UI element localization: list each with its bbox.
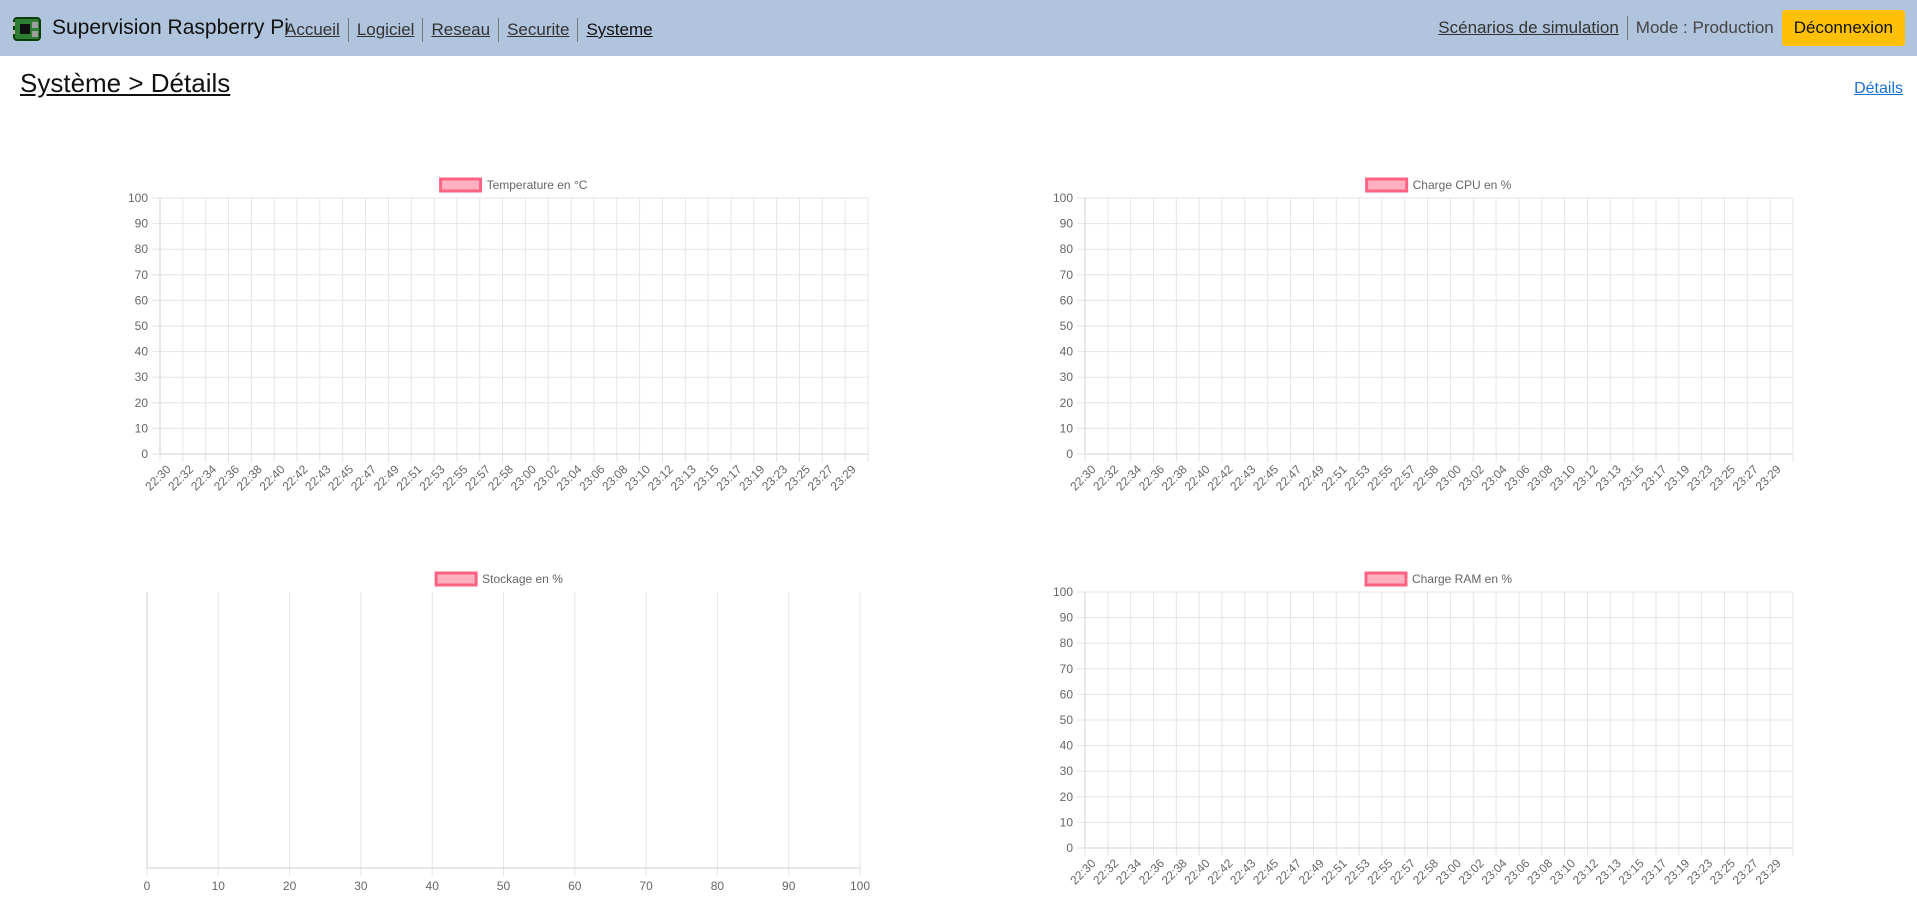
nav-systeme[interactable]: Systeme bbox=[586, 20, 652, 40]
x-tick-label: 60 bbox=[568, 879, 582, 893]
legend-label: Stockage en % bbox=[482, 572, 563, 586]
nav-accueil[interactable]: Accueil bbox=[285, 20, 340, 40]
logout-button[interactable]: Déconnexion bbox=[1781, 10, 1905, 46]
y-tick-label: 30 bbox=[135, 370, 149, 384]
x-tick-label: 23:29 bbox=[1753, 856, 1784, 887]
legend-label: Charge CPU en % bbox=[1413, 178, 1512, 192]
legend-swatch bbox=[434, 571, 478, 587]
legend-swatch bbox=[439, 177, 483, 193]
y-tick-label: 40 bbox=[1060, 345, 1074, 359]
y-tick-label: 30 bbox=[1060, 764, 1074, 778]
y-tick-label: 80 bbox=[135, 242, 149, 256]
page-title: Système > Détails bbox=[20, 68, 231, 98]
y-tick-label: 20 bbox=[1060, 396, 1074, 410]
legend-label: Temperature en °C bbox=[487, 178, 588, 192]
x-tick-label: 0 bbox=[144, 879, 151, 893]
y-tick-label: 0 bbox=[141, 447, 148, 461]
navbar-right: Scénarios de simulation Mode : Productio… bbox=[1438, 10, 1905, 46]
y-tick-label: 50 bbox=[1060, 713, 1074, 727]
nav-reseau[interactable]: Reseau bbox=[431, 20, 490, 40]
x-tick-label: 20 bbox=[283, 879, 297, 893]
details-link[interactable]: Détails bbox=[1854, 80, 1903, 98]
nav-divider bbox=[498, 18, 500, 42]
y-tick-label: 10 bbox=[1060, 815, 1074, 829]
legend-label: Charge RAM en % bbox=[1412, 572, 1512, 586]
y-tick-label: 100 bbox=[128, 191, 148, 205]
nav-divider bbox=[1626, 16, 1628, 40]
x-tick-label: 90 bbox=[782, 879, 796, 893]
y-tick-label: 50 bbox=[1060, 319, 1074, 333]
temperature-chart: Temperature en °C 0 10 20 30 40 50 60 70 80 90 100 2… bbox=[128, 177, 869, 493]
y-tick-label: 60 bbox=[1060, 293, 1074, 307]
legend-swatch bbox=[1364, 571, 1408, 587]
y-tick-label: 0 bbox=[1066, 841, 1073, 855]
x-tick-label: 30 bbox=[354, 879, 368, 893]
top-navbar: Supervision Raspberry Pi Accueil Logicie… bbox=[0, 0, 1917, 56]
y-tick-label: 100 bbox=[1053, 585, 1073, 599]
y-tick-label: 100 bbox=[1053, 191, 1073, 205]
y-tick-label: 50 bbox=[135, 319, 149, 333]
y-tick-label: 40 bbox=[1060, 739, 1074, 753]
y-tick-label: 70 bbox=[135, 268, 149, 282]
cpu-load-chart: Charge CPU en %010203040506070809010022:… bbox=[1053, 177, 1794, 493]
y-tick-label: 40 bbox=[135, 345, 149, 359]
x-tick-label: 50 bbox=[497, 879, 511, 893]
x-tick-label: 23:29 bbox=[1753, 462, 1784, 493]
y-tick-label: 80 bbox=[1060, 636, 1074, 650]
y-tick-label: 90 bbox=[1060, 217, 1074, 231]
mode-indicator: Mode : Production bbox=[1635, 18, 1774, 37]
x-tick-label: 10 bbox=[212, 879, 226, 893]
x-tick-label: 100 bbox=[850, 879, 870, 893]
y-tick-label: 0 bbox=[1066, 447, 1073, 461]
x-tick-label: 80 bbox=[711, 879, 725, 893]
y-tick-label: 60 bbox=[135, 293, 149, 307]
ram-load-chart: Charge RAM en %010203040506070809010022:… bbox=[1053, 571, 1794, 887]
storage-chart: Stockage en % 0 10 20 30 40 50 60 70 80 90 100 bbox=[144, 571, 870, 893]
y-tick-label: 10 bbox=[1060, 421, 1074, 435]
app-title: Supervision Raspberry Pi bbox=[52, 16, 289, 39]
y-tick-label: 70 bbox=[1060, 268, 1074, 282]
x-tick-label: 23:29 bbox=[828, 462, 859, 493]
main-nav: Accueil Logiciel Reseau Securite Systeme bbox=[285, 18, 653, 42]
nav-securite[interactable]: Securite bbox=[507, 20, 569, 40]
nav-logiciel[interactable]: Logiciel bbox=[357, 20, 415, 40]
scenarios-link[interactable]: Scénarios de simulation bbox=[1438, 18, 1618, 38]
y-tick-label: 20 bbox=[135, 396, 149, 410]
y-tick-label: 70 bbox=[1060, 662, 1074, 676]
y-tick-label: 80 bbox=[1060, 242, 1074, 256]
nav-divider bbox=[347, 18, 349, 42]
raspberry-pi-board-icon bbox=[12, 17, 41, 41]
x-tick-label: 70 bbox=[639, 879, 653, 893]
y-tick-label: 20 bbox=[1060, 790, 1074, 804]
y-tick-label: 60 bbox=[1060, 687, 1074, 701]
y-tick-label: 30 bbox=[1060, 370, 1074, 384]
y-tick-label: 90 bbox=[135, 217, 149, 231]
nav-divider bbox=[577, 18, 579, 42]
y-tick-label: 10 bbox=[135, 421, 149, 435]
nav-divider bbox=[422, 18, 424, 42]
x-tick-label: 40 bbox=[426, 879, 440, 893]
y-tick-label: 90 bbox=[1060, 611, 1074, 625]
legend-swatch bbox=[1365, 177, 1409, 193]
